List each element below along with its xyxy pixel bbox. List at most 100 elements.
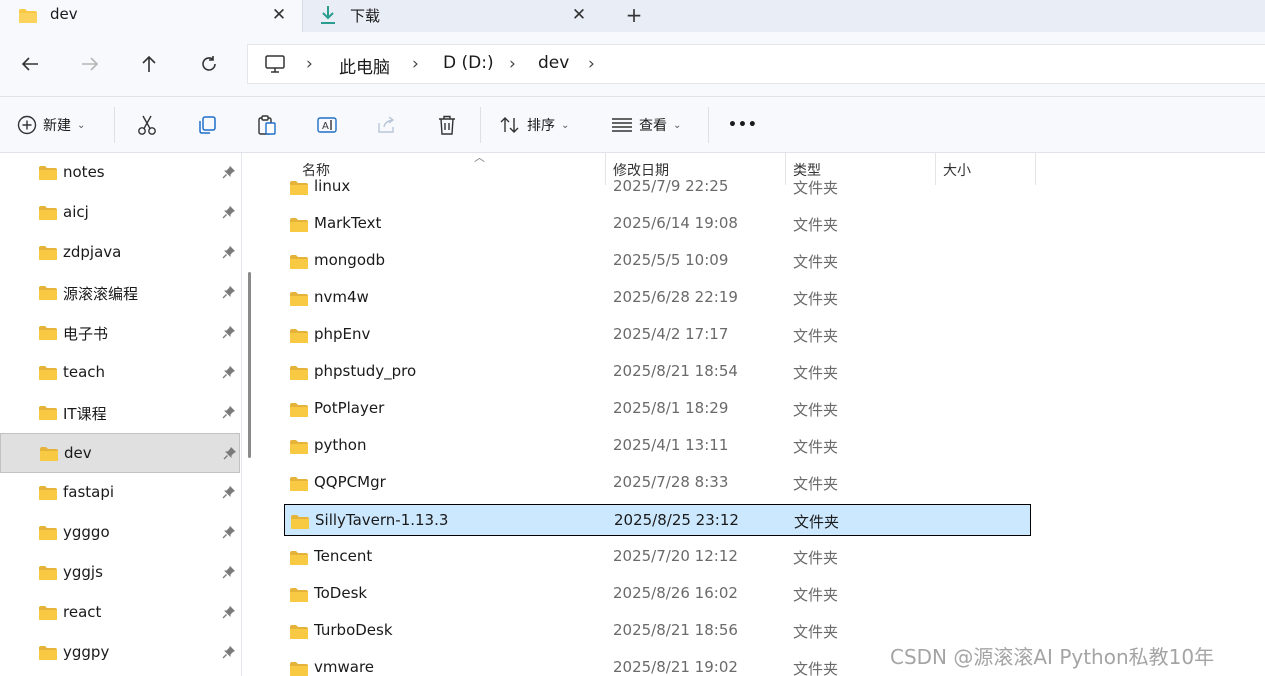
pin-icon[interactable] bbox=[222, 205, 236, 223]
breadcrumb-drive-d[interactable]: D (D:) bbox=[443, 53, 494, 73]
sidebar-item[interactable]: 源滚滚编程 bbox=[0, 273, 240, 313]
file-row[interactable]: phpstudy_pro 2025/8/21 18:54 文件夹 bbox=[284, 356, 1031, 388]
divider bbox=[708, 107, 709, 143]
sidebar-item[interactable]: yggjs bbox=[0, 553, 240, 593]
file-row[interactable]: PotPlayer 2025/8/1 18:29 文件夹 bbox=[284, 393, 1031, 425]
breadcrumb-this-pc[interactable]: 此电脑 bbox=[339, 53, 390, 78]
more-options-button[interactable]: ••• bbox=[728, 111, 758, 139]
file-name: ToDesk bbox=[314, 584, 368, 602]
chevron-right-icon[interactable]: › bbox=[412, 54, 419, 74]
pin-icon[interactable] bbox=[222, 605, 236, 623]
sort-button[interactable]: 排序 ⌄ bbox=[499, 111, 569, 139]
arrow-left-icon bbox=[21, 57, 38, 71]
view-button[interactable]: 查看 ⌄ bbox=[611, 111, 681, 139]
close-icon[interactable]: ✕ bbox=[268, 4, 290, 26]
chevron-right-icon[interactable]: › bbox=[306, 54, 313, 74]
address-row: › 此电脑 › D (D:) › dev › bbox=[0, 32, 1265, 96]
file-type: 文件夹 bbox=[793, 586, 839, 604]
file-date: 2025/5/5 10:09 bbox=[613, 251, 729, 269]
pin-icon[interactable] bbox=[222, 485, 236, 503]
file-type: 文件夹 bbox=[793, 401, 839, 419]
folder-icon bbox=[38, 325, 58, 345]
sidebar-item[interactable]: fastapi bbox=[0, 473, 240, 513]
sidebar-item[interactable]: react bbox=[0, 593, 240, 633]
back-button[interactable] bbox=[16, 50, 44, 78]
plus-circle-icon bbox=[17, 115, 37, 135]
folder-icon bbox=[38, 245, 58, 265]
folder-icon bbox=[289, 476, 309, 496]
sidebar-item-label: 电子书 bbox=[63, 325, 109, 343]
file-row[interactable]: phpEnv 2025/4/2 17:17 文件夹 bbox=[284, 319, 1031, 351]
paste-button[interactable] bbox=[256, 111, 278, 139]
file-row[interactable]: MarkText 2025/6/14 19:08 文件夹 bbox=[284, 208, 1031, 240]
chevron-right-icon[interactable]: › bbox=[588, 54, 595, 74]
breadcrumb-dev[interactable]: dev bbox=[538, 53, 569, 73]
close-icon[interactable]: ✕ bbox=[568, 4, 590, 26]
pin-icon[interactable] bbox=[222, 525, 236, 543]
pin-icon[interactable] bbox=[222, 365, 236, 383]
arrow-right-icon bbox=[82, 57, 99, 71]
pin-icon[interactable] bbox=[223, 446, 237, 464]
up-button[interactable] bbox=[135, 50, 163, 78]
file-row[interactable]: Tencent 2025/7/20 12:12 文件夹 bbox=[284, 541, 1031, 573]
file-type: 文件夹 bbox=[793, 364, 839, 382]
refresh-button[interactable] bbox=[195, 50, 223, 78]
sidebar-item[interactable]: notes bbox=[0, 153, 240, 193]
cut-button[interactable] bbox=[136, 111, 158, 139]
folder-icon bbox=[289, 587, 309, 607]
folder-icon bbox=[39, 446, 59, 466]
address-bar[interactable]: › 此电脑 › D (D:) › dev › bbox=[247, 44, 1265, 84]
sidebar-item[interactable]: yggpy bbox=[0, 633, 240, 673]
view-label: 查看 bbox=[639, 118, 667, 134]
chevron-down-icon: ⌄ bbox=[561, 119, 570, 131]
sidebar-item[interactable]: teach bbox=[0, 353, 240, 393]
file-row[interactable]: QQPCMgr 2025/7/28 8:33 文件夹 bbox=[284, 467, 1031, 499]
tab-label: 下载 bbox=[350, 7, 381, 25]
file-row[interactable]: ToDesk 2025/8/26 16:02 文件夹 bbox=[284, 578, 1031, 610]
pin-icon[interactable] bbox=[222, 165, 236, 183]
column-divider[interactable] bbox=[1035, 153, 1036, 185]
chevron-right-icon[interactable]: › bbox=[509, 54, 516, 74]
file-name: nvm4w bbox=[314, 288, 369, 306]
file-row[interactable]: mongodb 2025/5/5 10:09 文件夹 bbox=[284, 245, 1031, 277]
file-type: 文件夹 bbox=[793, 216, 839, 234]
sidebar-item[interactable]: 电子书 bbox=[0, 313, 240, 353]
forward-button[interactable] bbox=[76, 50, 104, 78]
new-button[interactable]: 新建 ⌄ bbox=[17, 111, 85, 139]
file-type: 文件夹 bbox=[794, 513, 840, 531]
file-row[interactable]: SillyTavern-1.13.3 2025/8/25 23:12 文件夹 bbox=[284, 504, 1031, 536]
file-name: phpEnv bbox=[314, 325, 371, 343]
sidebar-item[interactable]: aicj bbox=[0, 193, 240, 233]
folder-icon bbox=[289, 328, 309, 348]
sidebar-item-label: aicj bbox=[63, 203, 89, 221]
pin-icon[interactable] bbox=[222, 645, 236, 663]
file-row[interactable]: nvm4w 2025/6/28 22:19 文件夹 bbox=[284, 282, 1031, 314]
folder-icon bbox=[38, 645, 58, 665]
pin-icon[interactable] bbox=[222, 285, 236, 303]
sidebar-item[interactable]: ygggo bbox=[0, 513, 240, 553]
pin-icon[interactable] bbox=[222, 565, 236, 583]
file-name: mongodb bbox=[314, 251, 386, 269]
sidebar-item-label: IT课程 bbox=[63, 405, 107, 423]
sidebar-scrollbar[interactable] bbox=[248, 272, 251, 458]
file-row[interactable]: linux 2025/7/9 22:25 文件夹 bbox=[284, 171, 1031, 203]
file-date: 2025/6/14 19:08 bbox=[613, 214, 738, 232]
tab-downloads[interactable]: 下载 ✕ bbox=[303, 0, 605, 32]
pin-icon[interactable] bbox=[222, 405, 236, 423]
share-button[interactable] bbox=[376, 111, 398, 139]
pin-icon[interactable] bbox=[222, 245, 236, 263]
sidebar-item[interactable]: dev bbox=[0, 433, 240, 473]
rename-button[interactable]: A bbox=[316, 111, 338, 139]
delete-button[interactable] bbox=[436, 111, 458, 139]
file-type: 文件夹 bbox=[793, 290, 839, 308]
file-list: 名称 ︿ 修改日期 类型 大小 linux 2025/7/9 22:25 文件夹 Ma… bbox=[262, 153, 1265, 676]
new-tab-button[interactable]: + bbox=[622, 4, 646, 28]
tab-dev[interactable]: dev ✕ bbox=[0, 0, 303, 32]
pin-icon[interactable] bbox=[222, 325, 236, 343]
sidebar-item[interactable]: IT课程 bbox=[0, 393, 240, 433]
sidebar-item[interactable]: zdpjava bbox=[0, 233, 240, 273]
divider bbox=[480, 107, 481, 143]
sidebar-item-label: zdpjava bbox=[63, 243, 122, 261]
file-row[interactable]: python 2025/4/1 13:11 文件夹 bbox=[284, 430, 1031, 462]
copy-button[interactable] bbox=[196, 111, 218, 139]
